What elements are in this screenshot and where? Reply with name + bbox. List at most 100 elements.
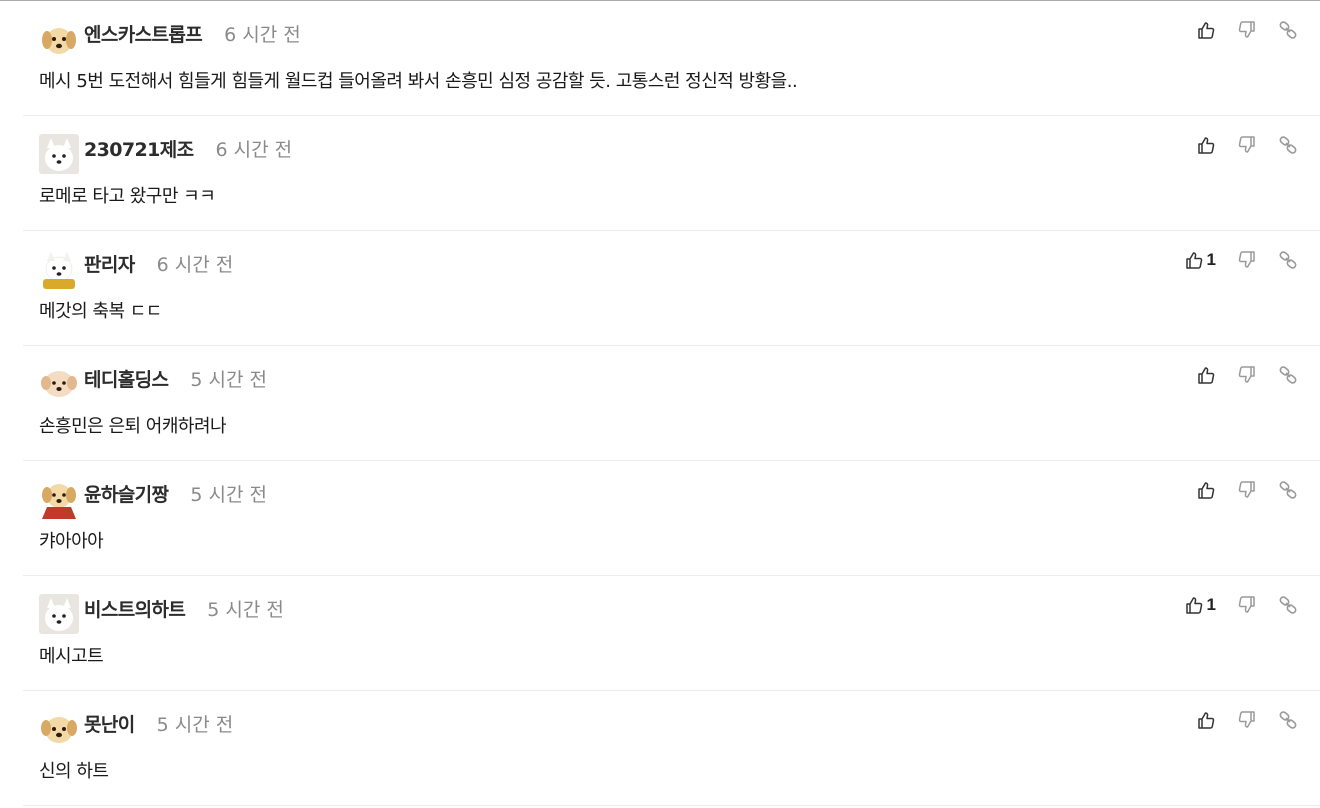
dislike-button[interactable]: [1237, 595, 1257, 615]
avatar[interactable]: [39, 19, 79, 59]
avatar[interactable]: [39, 709, 79, 749]
like-button[interactable]: [1196, 135, 1216, 155]
like-button[interactable]: [1196, 710, 1216, 730]
thumbs-up-icon: [1198, 482, 1215, 499]
thumbs-up-icon: [1185, 597, 1202, 614]
author-name[interactable]: 엔스카스트롭프: [84, 24, 203, 46]
author-name[interactable]: 판리자: [84, 254, 135, 276]
link-share-button[interactable]: [1278, 250, 1298, 270]
comment-author[interactable]: 엔스카스트롭프 6 시간 전: [84, 23, 301, 47]
comment-actions: [1196, 132, 1298, 158]
thumbs-down-icon: [1238, 366, 1255, 383]
puppy-icon: [41, 371, 77, 397]
puppy-icon: [41, 717, 77, 743]
like-button[interactable]: [1196, 20, 1216, 40]
link-share-button[interactable]: [1278, 480, 1298, 500]
white-dog-icon: [39, 594, 79, 634]
thumbs-down-icon: [1238, 21, 1255, 38]
dislike-button[interactable]: [1237, 20, 1257, 40]
comment-author[interactable]: 판리자 6 시간 전: [84, 253, 233, 277]
comment-item: 230721제조 6 시간 전 로메로 타고 왔구만 ㅋㅋ: [23, 116, 1320, 231]
link-icon: [1279, 596, 1297, 614]
comment-time: 6 시간 전: [224, 24, 301, 46]
comment-item: 윤하슬기짱 5 시간 전 캬아아아: [23, 461, 1320, 576]
comment-author[interactable]: 윤하슬기짱 5 시간 전: [84, 483, 267, 507]
comment-actions: [1196, 477, 1298, 503]
avatar[interactable]: [39, 134, 79, 174]
thumbs-down-icon: [1238, 136, 1255, 153]
comment-time: 5 시간 전: [207, 599, 284, 621]
link-icon: [1279, 366, 1297, 384]
dislike-button[interactable]: [1237, 480, 1257, 500]
link-icon: [1279, 136, 1297, 154]
comment-author[interactable]: 테디홀딩스 5 시간 전: [84, 368, 267, 392]
comment-time: 6 시간 전: [156, 254, 234, 276]
author-name[interactable]: 윤하슬기짱: [84, 484, 169, 506]
comment-text: 신의 하트: [39, 761, 109, 782]
thumbs-down-icon: [1238, 481, 1255, 498]
comment-time: 5 시간 전: [156, 714, 234, 736]
dislike-button[interactable]: [1237, 710, 1257, 730]
link-icon: [1279, 251, 1297, 269]
like-count: 1: [1206, 250, 1216, 269]
like-button[interactable]: [1196, 365, 1216, 385]
author-name[interactable]: 못난이: [84, 714, 135, 736]
comment-text: 메시 5번 도전해서 힘들게 힘들게 월드컵 들어올려 봐서 손흥민 심정 공감…: [39, 71, 798, 92]
link-share-button[interactable]: [1278, 710, 1298, 730]
author-name[interactable]: 230721제조: [84, 139, 194, 161]
comment-time: 6 시간 전: [215, 139, 293, 161]
comment-actions: [1196, 362, 1298, 388]
comment-author[interactable]: 비스트의하트 5 시간 전: [84, 598, 284, 622]
link-share-button[interactable]: [1278, 135, 1298, 155]
comment-time: 5 시간 전: [190, 484, 268, 506]
dislike-button[interactable]: [1237, 135, 1257, 155]
puppy-icon: [42, 28, 76, 54]
thumbs-up-icon: [1198, 22, 1215, 39]
avatar[interactable]: [39, 479, 79, 519]
comment-text: 로메로 타고 왔구만 ㅋㅋ: [39, 186, 216, 207]
comment-text: 캬아아아: [39, 531, 104, 552]
comment-time: 5 시간 전: [190, 369, 268, 391]
comment-item: 비스트의하트 5 시간 전 메시고트 1: [23, 576, 1320, 691]
dislike-button[interactable]: [1237, 365, 1257, 385]
link-icon: [1279, 711, 1297, 729]
like-button[interactable]: 1: [1184, 250, 1216, 270]
thumbs-down-icon: [1238, 711, 1255, 728]
white-dog-icon: [43, 252, 75, 289]
author-name[interactable]: 비스트의하트: [84, 599, 186, 621]
comment-item: 엔스카스트롭프 6 시간 전 메시 5번 도전해서 힘들게 힘들게 월드컵 들어올…: [23, 1, 1320, 116]
link-share-button[interactable]: [1278, 365, 1298, 385]
dislike-button[interactable]: [1237, 250, 1257, 270]
comment-item: 테디홀딩스 5 시간 전 손흥민은 은퇴 어캐하려나: [23, 346, 1320, 461]
avatar[interactable]: [39, 594, 79, 634]
comment-item: 판리자 6 시간 전 메갓의 축복 ㄷㄷ 1: [23, 231, 1320, 346]
like-button[interactable]: [1196, 480, 1216, 500]
author-name[interactable]: 테디홀딩스: [84, 369, 169, 391]
thumbs-up-icon: [1198, 137, 1215, 154]
puppy-icon: [42, 484, 76, 519]
white-dog-icon: [39, 134, 79, 174]
thumbs-up-icon: [1198, 712, 1215, 729]
like-button[interactable]: 1: [1184, 595, 1216, 615]
comment-actions: 1: [1184, 247, 1298, 273]
thumbs-down-icon: [1238, 596, 1255, 613]
comment-author[interactable]: 못난이 5 시간 전: [84, 713, 233, 737]
comment-list: 엔스카스트롭프 6 시간 전 메시 5번 도전해서 힘들게 힘들게 월드컵 들어올…: [0, 1, 1320, 806]
thumbs-up-icon: [1198, 367, 1215, 384]
link-share-button[interactable]: [1278, 595, 1298, 615]
link-icon: [1279, 21, 1297, 39]
thumbs-up-icon: [1185, 252, 1202, 269]
link-icon: [1279, 481, 1297, 499]
comment-actions: [1196, 17, 1298, 43]
comment-actions: 1: [1184, 592, 1298, 618]
comment-actions: [1196, 707, 1298, 733]
like-count: 1: [1206, 595, 1216, 614]
avatar[interactable]: [39, 364, 79, 404]
avatar[interactable]: [39, 249, 79, 289]
thumbs-down-icon: [1238, 251, 1255, 268]
comment-text: 메시고트: [39, 646, 104, 667]
link-share-button[interactable]: [1278, 20, 1298, 40]
comment-author[interactable]: 230721제조 6 시간 전: [84, 138, 292, 162]
comment-item: 못난이 5 시간 전 신의 하트: [23, 691, 1320, 806]
comment-text: 손흥민은 은퇴 어캐하려나: [39, 416, 227, 437]
